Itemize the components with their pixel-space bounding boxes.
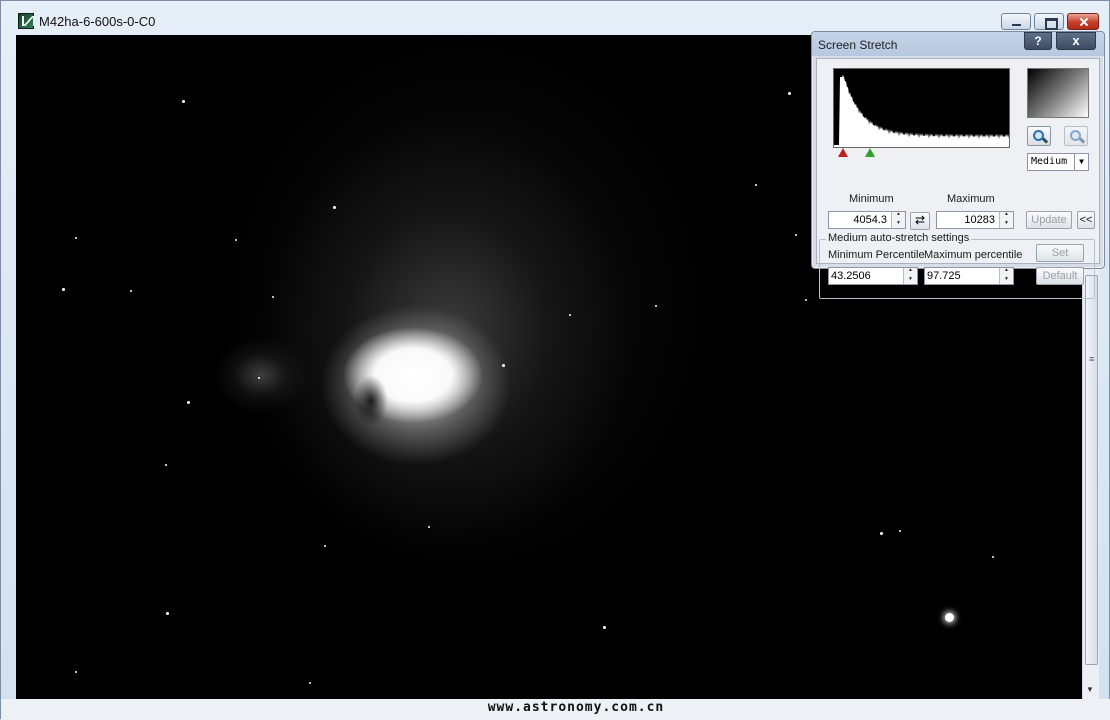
panel-close-button[interactable]: x — [1056, 32, 1096, 50]
screen-stretch-panel: Screen Stretch ? x Medium ▼ Minimum Maxi… — [811, 31, 1105, 299]
scroll-down-arrow-icon[interactable]: ▼ — [1086, 685, 1094, 694]
zoom-in-button[interactable] — [1027, 126, 1051, 146]
stretch-gradient-preview — [1027, 68, 1089, 118]
histogram[interactable] — [833, 68, 1010, 148]
star — [992, 556, 994, 558]
minimum-spinner[interactable] — [891, 211, 905, 228]
max-percentile-value: 97.725 — [927, 270, 961, 282]
star — [324, 545, 326, 547]
set-button[interactable]: Set — [1036, 244, 1084, 262]
star — [787, 91, 791, 95]
star — [501, 363, 505, 367]
chevron-down-icon[interactable]: ▼ — [1074, 154, 1088, 170]
window-title: M42ha-6-600s-0-C0 — [39, 14, 156, 29]
star — [130, 290, 132, 292]
app-icon — [18, 13, 35, 29]
star — [655, 305, 657, 307]
collapse-button[interactable]: << — [1077, 211, 1095, 229]
star — [75, 671, 77, 673]
star — [165, 464, 167, 466]
min-percentile-spinner[interactable] — [903, 267, 917, 284]
star — [235, 239, 237, 241]
max-percentile-spinner[interactable] — [999, 267, 1013, 284]
minimize-button[interactable] — [1001, 13, 1031, 30]
maximum-marker[interactable] — [865, 148, 875, 157]
star — [755, 184, 757, 186]
star — [569, 314, 571, 316]
swap-button[interactable]: ⇄ — [910, 212, 930, 230]
zoom-out-button[interactable] — [1064, 126, 1088, 146]
max-percentile-label: Maximum percentile — [924, 249, 1023, 261]
star — [309, 682, 311, 684]
min-percentile-value: 43.2506 — [831, 270, 871, 282]
screen-stretch-title-bar[interactable]: Screen Stretch ? x — [812, 32, 1104, 56]
star — [186, 400, 190, 404]
star — [272, 296, 274, 298]
auto-stretch-settings-group: Medium auto-stretch settings Minimum Per… — [819, 232, 1095, 299]
stretch-preset-value: Medium — [1031, 156, 1068, 167]
minimum-input[interactable]: 4054.3 — [828, 211, 906, 229]
star — [879, 531, 883, 535]
default-button[interactable]: Default — [1036, 267, 1084, 285]
star — [258, 377, 260, 379]
grip-icon: ≡ — [1089, 354, 1095, 364]
maximize-button[interactable] — [1034, 13, 1064, 30]
stretch-preset-select[interactable]: Medium ▼ — [1027, 153, 1089, 171]
screen-stretch-body: Medium ▼ Minimum Maximum 4054.3 ⇄ 10283 … — [816, 58, 1100, 299]
maximum-label: Maximum — [947, 193, 995, 205]
screen-stretch-title: Screen Stretch — [818, 38, 898, 52]
minimum-marker[interactable] — [838, 148, 848, 157]
star — [75, 237, 77, 239]
star — [795, 234, 797, 236]
maximum-input[interactable]: 10283 — [936, 211, 1014, 229]
star — [602, 625, 606, 629]
star — [899, 530, 901, 532]
swap-icon: ⇄ — [914, 213, 926, 227]
min-percentile-input[interactable]: 43.2506 — [828, 267, 918, 285]
star — [428, 526, 430, 528]
star — [165, 611, 169, 615]
minimum-value: 4054.3 — [853, 214, 887, 226]
star — [805, 299, 807, 301]
star — [61, 287, 65, 291]
histogram-plot — [834, 75, 1009, 147]
min-percentile-label: Minimum Percentile — [828, 249, 925, 261]
star — [944, 612, 954, 622]
star — [181, 99, 185, 103]
maximum-value: 10283 — [964, 214, 995, 226]
help-button[interactable]: ? — [1024, 32, 1052, 50]
minimum-label: Minimum — [849, 193, 894, 205]
close-button[interactable] — [1067, 13, 1099, 30]
max-percentile-input[interactable]: 97.725 — [924, 267, 1014, 285]
star — [332, 205, 336, 209]
scrollbar-thumb[interactable]: ≡ — [1085, 275, 1098, 665]
nebula-dark-lane — [354, 375, 388, 427]
watermark-text: www.astronomy.com.cn — [487, 700, 665, 715]
update-button[interactable]: Update — [1026, 211, 1072, 229]
auto-stretch-settings-title: Medium auto-stretch settings — [826, 232, 972, 244]
maximum-spinner[interactable] — [999, 211, 1013, 228]
